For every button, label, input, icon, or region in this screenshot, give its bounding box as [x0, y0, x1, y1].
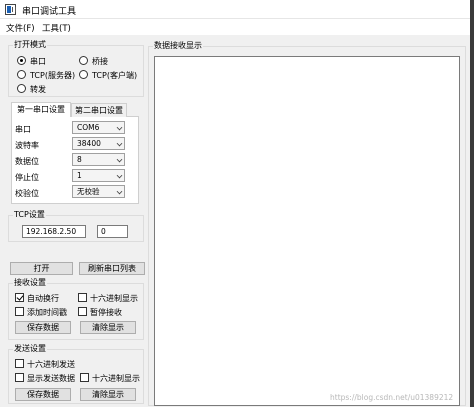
stopbits-value: 1	[77, 171, 82, 180]
parity-label: 校验位	[15, 189, 39, 198]
chevron-down-icon	[116, 124, 123, 131]
send-clear-button[interactable]: 清除显示	[80, 388, 136, 401]
show-send-label: 显示发送数据	[27, 374, 75, 383]
open-mode-title: 打开模式	[13, 39, 47, 50]
radio-serial[interactable]	[17, 56, 26, 65]
send-settings-title: 发送设置	[13, 343, 47, 354]
radio-tcp-client[interactable]	[79, 70, 88, 79]
window-title: 串口调试工具	[22, 7, 77, 17]
parity-select[interactable]: 无校验	[72, 185, 125, 198]
receive-clear-button[interactable]: 清除显示	[80, 321, 136, 334]
auto-wrap-checkbox[interactable]	[15, 293, 24, 302]
chevron-down-icon	[116, 188, 123, 195]
port-label: 串口	[15, 125, 31, 134]
tab-serial-2[interactable]: 第二串口设置	[71, 103, 127, 117]
baud-label: 波特率	[15, 141, 39, 150]
auto-wrap-label: 自动换行	[27, 294, 59, 303]
receive-settings-title: 接收设置	[13, 277, 47, 288]
radio-bridge-label: 桥接	[92, 57, 108, 66]
receive-hex-checkbox[interactable]	[78, 293, 87, 302]
watermark-text: https://blog.csdn.net/u01389212	[330, 393, 454, 402]
tab-serial-1[interactable]: 第一串口设置	[11, 102, 71, 117]
radio-serial-label: 串口	[30, 57, 46, 66]
refresh-ports-button[interactable]: 刷新串口列表	[79, 262, 145, 275]
send-hex-display-checkbox[interactable]	[80, 373, 89, 382]
receive-hex-label: 十六进制显示	[90, 294, 138, 303]
port-value: COM6	[77, 123, 100, 132]
title-bar: 串口调试工具	[0, 0, 470, 19]
send-save-button[interactable]: 保存数据	[15, 388, 71, 401]
open-button[interactable]: 打开	[10, 262, 73, 275]
baud-select[interactable]: 38400	[72, 137, 125, 150]
tcp-port-input[interactable]: 0	[97, 225, 128, 238]
radio-bridge[interactable]	[79, 56, 88, 65]
tcp-settings-title: TCP设置	[13, 209, 46, 220]
show-send-checkbox[interactable]	[15, 373, 24, 382]
menu-bar: 文件(F) 工具(T)	[0, 19, 470, 35]
hex-send-label: 十六进制发送	[27, 360, 75, 369]
pause-receive-label: 暂停接收	[90, 308, 122, 317]
baud-value: 38400	[77, 139, 101, 148]
app-icon	[5, 4, 16, 15]
pause-receive-checkbox[interactable]	[78, 307, 87, 316]
stopbits-select[interactable]: 1	[72, 169, 125, 182]
chevron-down-icon	[116, 140, 123, 147]
parity-value: 无校验	[77, 187, 100, 196]
menu-tools[interactable]: 工具(T)	[42, 22, 71, 34]
port-select[interactable]: COM6	[72, 121, 125, 134]
menu-file[interactable]: 文件(F)	[6, 22, 35, 34]
hex-send-checkbox[interactable]	[15, 359, 24, 368]
chevron-down-icon	[116, 156, 123, 163]
radio-tcp-client-label: TCP(客户端)	[92, 71, 138, 80]
databits-value: 8	[77, 155, 82, 164]
background-strip	[470, 0, 474, 407]
data-display-area[interactable]	[154, 56, 460, 406]
chevron-down-icon	[116, 172, 123, 179]
timestamp-checkbox[interactable]	[15, 307, 24, 316]
data-display-title: 数据接收显示	[153, 40, 203, 51]
send-hex-display-label: 十六进制显示	[92, 374, 140, 383]
radio-tcp-server[interactable]	[17, 70, 26, 79]
main-window: 串口调试工具 文件(F) 工具(T) 打开模式 串口 桥接 TCP(服务器) T…	[0, 0, 470, 407]
stopbits-label: 停止位	[15, 173, 39, 182]
radio-tcp-server-label: TCP(服务器)	[30, 71, 76, 80]
receive-save-button[interactable]: 保存数据	[15, 321, 71, 334]
radio-forward[interactable]	[17, 84, 26, 93]
radio-forward-label: 转发	[30, 85, 46, 94]
tcp-ip-input[interactable]: 192.168.2.50	[22, 225, 86, 238]
timestamp-label: 添加时间戳	[27, 308, 67, 317]
databits-label: 数据位	[15, 157, 39, 166]
databits-select[interactable]: 8	[72, 153, 125, 166]
